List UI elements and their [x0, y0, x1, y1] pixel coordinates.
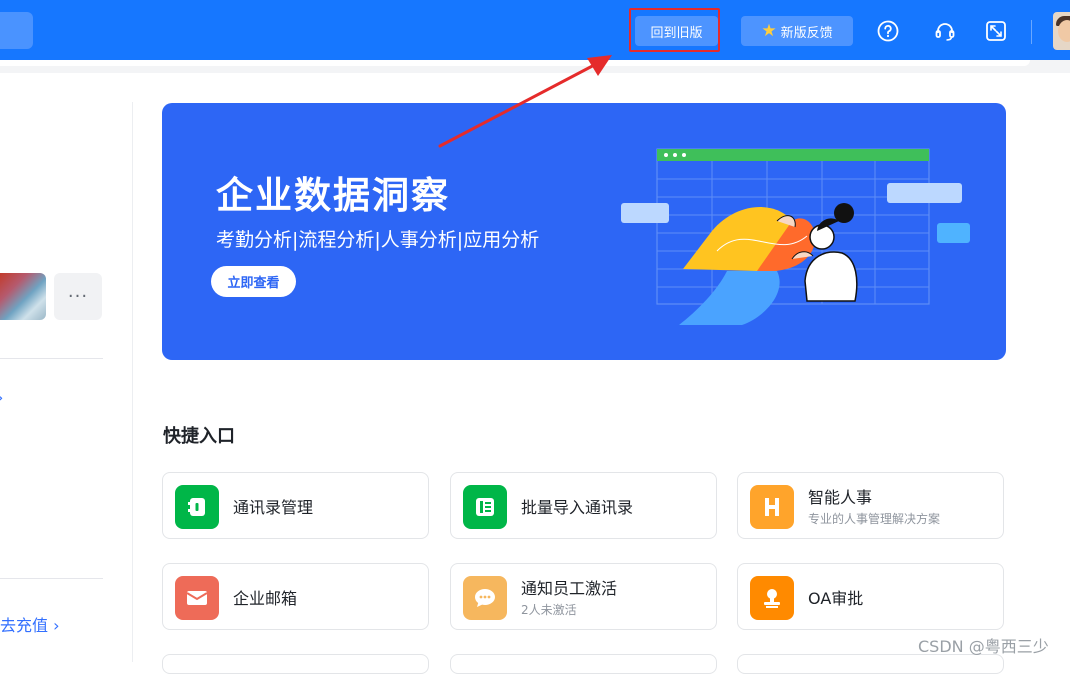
- more-apps-button[interactable]: ···: [54, 273, 102, 320]
- banner-subtitle: 考勤分析|流程分析|人事分析|应用分析: [216, 229, 540, 251]
- left-divider: [0, 358, 103, 359]
- banner-title: 企业数据洞察: [216, 174, 450, 217]
- help-icon[interactable]: [877, 20, 899, 42]
- app-thumbnail-image[interactable]: [0, 273, 46, 320]
- quick-entry-card[interactable]: 通讯录管理: [162, 472, 429, 539]
- card-name: 智能人事: [808, 488, 873, 507]
- chevron-right-icon[interactable]: ›: [0, 388, 3, 407]
- card-name: 通讯录管理: [233, 497, 314, 517]
- quick-entry-card-partial[interactable]: [162, 654, 429, 674]
- chat-bubble-icon: [463, 576, 507, 620]
- search-box[interactable]: [0, 12, 33, 49]
- view-now-label: 立即查看: [227, 276, 280, 291]
- card-name: 批量导入通讯录: [521, 497, 634, 517]
- annotation-highlight-box: [629, 8, 720, 52]
- card-description: 专业的人事管理解决方案: [808, 512, 941, 526]
- card-name: 通知员工激活: [521, 579, 618, 598]
- toolbar-divider: [1031, 20, 1032, 44]
- header-shadow: [0, 60, 1030, 66]
- fullscreen-icon[interactable]: [985, 20, 1007, 42]
- card-name: 企业邮箱: [233, 588, 298, 608]
- quick-entry-card-partial[interactable]: [737, 654, 1004, 674]
- quick-entry-card[interactable]: 智能人事 专业的人事管理解决方案: [737, 472, 1004, 539]
- contacts-book-icon: [175, 485, 219, 529]
- card-name: OA审批: [808, 588, 864, 608]
- view-now-button[interactable]: 立即查看: [211, 266, 296, 297]
- card-description: 2人未激活: [521, 603, 577, 617]
- quick-entry-card-partial[interactable]: [450, 654, 717, 674]
- quick-entry-card[interactable]: OA审批: [737, 563, 1004, 630]
- data-insight-banner[interactable]: 企业数据洞察 考勤分析|流程分析|人事分析|应用分析 立即查看: [162, 103, 1006, 360]
- sparkle-star-icon: ★: [761, 20, 777, 41]
- top-bar: 回到旧版 ★ 新版反馈: [0, 0, 1070, 60]
- spreadsheet-illustration: [621, 148, 970, 325]
- quick-entry-title: 快捷入口: [163, 426, 235, 447]
- recharge-link[interactable]: 去充值 ›: [0, 612, 60, 636]
- user-avatar[interactable]: [1053, 12, 1070, 50]
- quick-entry-card[interactable]: 企业邮箱: [162, 563, 429, 630]
- watermark: CSDN @粤西三少: [918, 637, 1049, 656]
- import-contacts-icon: [463, 485, 507, 529]
- feedback-label: 新版反馈: [780, 25, 833, 41]
- stamp-icon: [750, 576, 794, 620]
- quick-entry-card[interactable]: 批量导入通讯录: [450, 472, 717, 539]
- new-version-feedback-button[interactable]: ★ 新版反馈: [741, 16, 853, 46]
- support-icon[interactable]: [934, 20, 956, 42]
- hr-icon: [750, 485, 794, 529]
- more-dots: ···: [67, 286, 89, 307]
- panel-divider: [132, 102, 133, 662]
- left-divider: [0, 578, 103, 579]
- quick-entry-card[interactable]: 通知员工激活 2人未激活: [450, 563, 717, 630]
- mail-icon: [175, 576, 219, 620]
